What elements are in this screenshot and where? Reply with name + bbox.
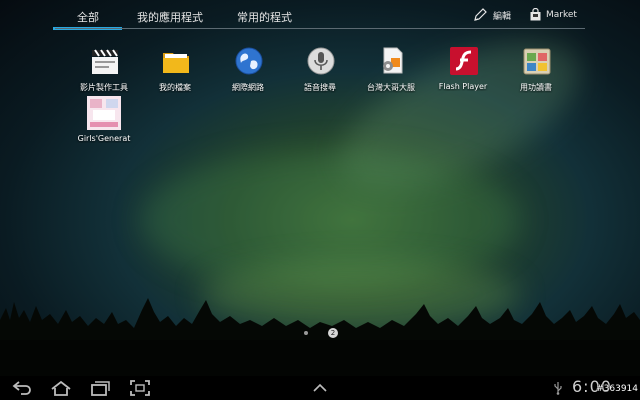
app-girls-generation[interactable]: Girls'Generat — [68, 96, 140, 156]
app-drawer-tabs: 全部 我的應用程式 常用的程式 編輯 Market — [53, 0, 585, 31]
chevron-up-icon[interactable] — [308, 379, 332, 397]
market-button[interactable]: Market — [529, 8, 577, 21]
edit-button[interactable]: 編輯 — [473, 8, 511, 22]
app-my-files[interactable]: 我的檔案 — [139, 46, 211, 106]
clapperboard-icon — [92, 49, 118, 74]
app-voice-search[interactable]: 語音搜尋 — [284, 46, 356, 106]
folder-icon — [163, 53, 189, 73]
page-dot[interactable] — [304, 331, 308, 335]
app-label: Girls'Generat — [77, 134, 131, 143]
app-label: 網際網路 — [232, 83, 264, 92]
usb-icon — [554, 382, 562, 395]
system-bar: 6:00 — [0, 376, 640, 400]
app-taiwan-mobile[interactable]: 台灣大哥大服 — [355, 46, 427, 106]
girls-generation-icon — [87, 96, 121, 130]
globe-icon — [235, 47, 263, 75]
page-dot-current-label: 2 — [330, 329, 336, 337]
app-label: 台灣大哥大服 — [367, 83, 415, 92]
tab-frequent-apps[interactable]: 常用的程式 — [237, 9, 292, 25]
sim-card-icon — [383, 47, 403, 74]
app-label: Flash Player — [438, 82, 488, 91]
app-internet[interactable]: 網際網路 — [212, 46, 284, 106]
market-label: Market — [546, 9, 577, 20]
tab-my-apps[interactable]: 我的應用程式 — [137, 9, 203, 25]
edit-label: 編輯 — [493, 11, 512, 22]
screenshot-icon[interactable] — [128, 379, 152, 397]
microphone-icon — [307, 47, 335, 75]
pencil-icon — [474, 8, 487, 21]
back-icon[interactable] — [10, 379, 34, 397]
home-icon[interactable] — [49, 379, 73, 397]
app-study[interactable]: 用功讀書 — [500, 46, 572, 106]
watermark: #363914 — [596, 384, 638, 394]
app-label: 用功讀書 — [520, 83, 552, 92]
study-app-icon — [523, 48, 551, 75]
tab-all[interactable]: 全部 — [53, 9, 122, 30]
recent-apps-icon[interactable] — [88, 379, 112, 397]
app-flash-player[interactable]: Flash Player — [427, 46, 499, 106]
app-label: 影片製作工具 — [80, 83, 128, 92]
tabs-divider — [55, 28, 585, 29]
app-label: 我的檔案 — [159, 83, 191, 92]
flash-icon — [450, 47, 478, 75]
app-label: 語音搜尋 — [304, 83, 336, 92]
shopping-bag-icon — [530, 8, 541, 21]
